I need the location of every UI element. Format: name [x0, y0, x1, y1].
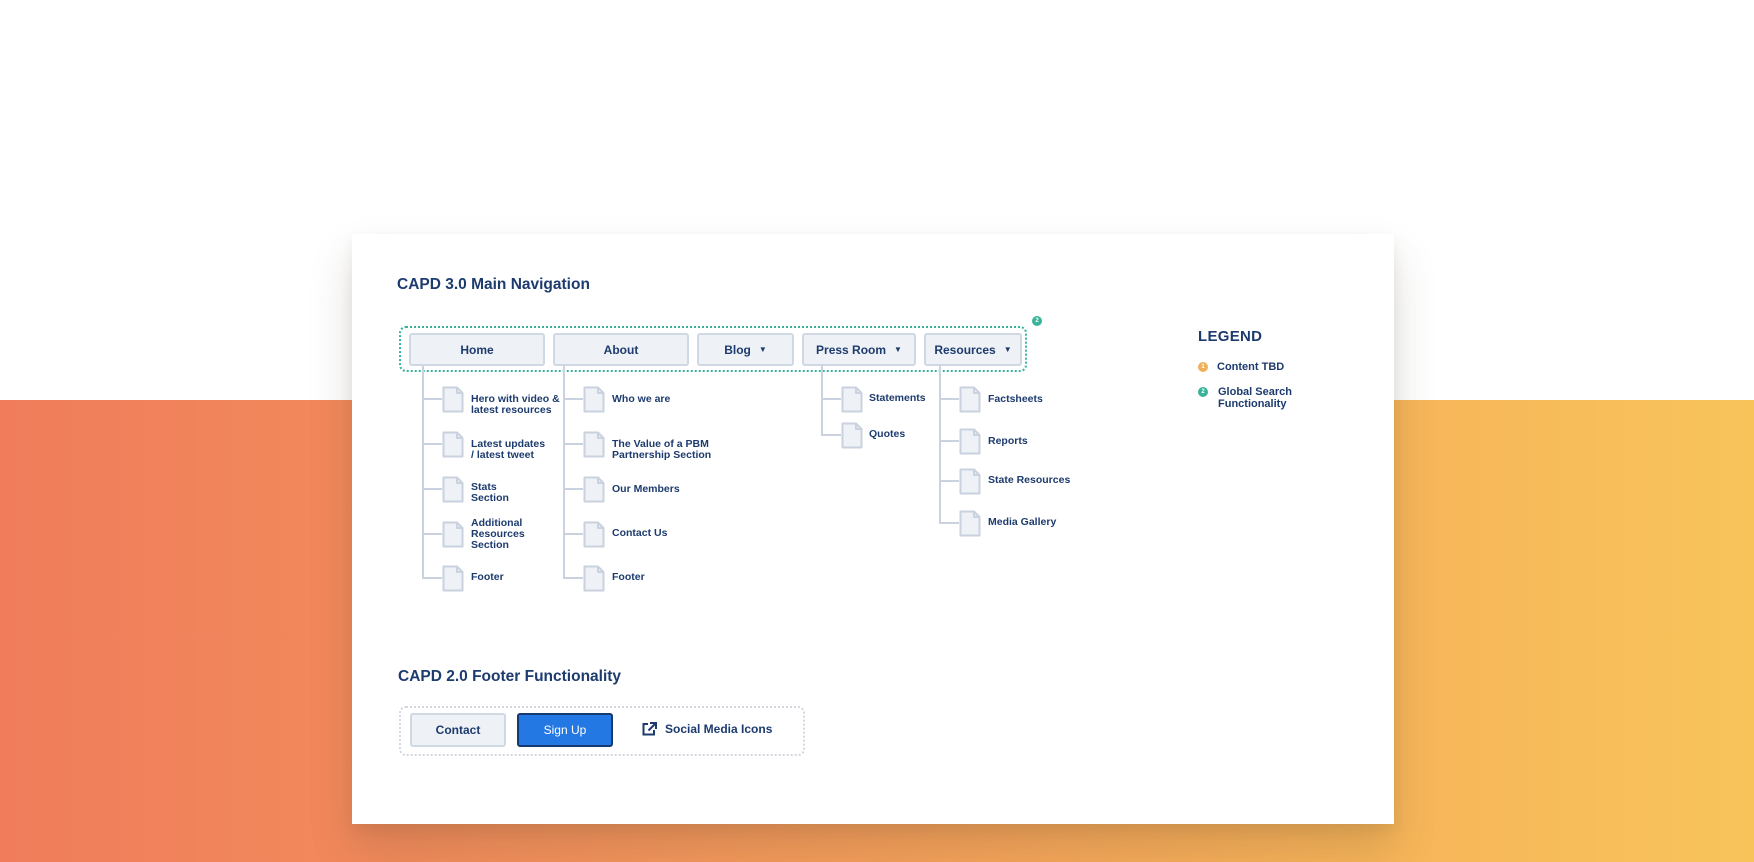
page-icon [442, 431, 464, 458]
sign-up-button[interactable]: Sign Up [517, 713, 613, 747]
page-icon [442, 386, 464, 413]
external-link-icon [642, 722, 657, 736]
page-icon [583, 565, 605, 592]
nav-item-label: Home [460, 342, 494, 357]
page-icon [442, 521, 464, 548]
tree-line-press-room [821, 366, 823, 436]
page-label-footer: Footer [612, 571, 645, 583]
page-icon [442, 565, 464, 592]
tree-branch [563, 577, 583, 579]
nav-item-resources[interactable]: Resources ▼ [924, 333, 1022, 366]
page-label-contact-us: Contact Us [612, 527, 668, 539]
tree-branch [939, 440, 959, 442]
caret-down-icon: ▼ [894, 345, 902, 354]
legend-title: LEGEND [1198, 328, 1263, 345]
page-label-footer: Footer [471, 571, 504, 583]
page-label-media-gallery: Media Gallery [988, 516, 1057, 528]
nav-item-label: About [603, 342, 639, 357]
nav-item-label: Blog [724, 342, 751, 357]
page-icon [583, 476, 605, 503]
page-label-pbm-partnership: The Value of a PBM Partnership Section [612, 438, 712, 461]
nav-item-label: Resources [934, 342, 996, 357]
caret-down-icon: ▼ [1003, 345, 1012, 354]
page-icon [583, 521, 605, 548]
page-icon [959, 510, 981, 537]
page-icon [959, 468, 981, 495]
page-label-state-resources: State Resources [988, 474, 1071, 486]
nav-item-press-room[interactable]: Press Room ▼ [802, 333, 916, 366]
footer-section-title: CAPD 2.0 Footer Functionality [398, 668, 622, 685]
page-label-our-members: Our Members [612, 483, 680, 495]
tree-branch [821, 434, 841, 436]
page-icon [959, 386, 981, 413]
main-nav-title: CAPD 3.0 Main Navigation [397, 276, 590, 293]
sign-up-button-label: Sign Up [543, 723, 587, 737]
legend-label-global-search: Global Search Functionality [1218, 386, 1292, 410]
tree-branch [563, 443, 583, 445]
sitemap-card: CAPD 3.0 Main Navigation 2 Home About Bl… [352, 234, 1394, 824]
tree-branch [422, 577, 442, 579]
social-media-icons-label: Social Media Icons [665, 722, 773, 736]
page-label-additional-resources: Additional Resources Section [471, 517, 525, 551]
social-media-icons-link[interactable]: Social Media Icons [642, 722, 772, 736]
nav-item-label: Press Room [816, 342, 887, 357]
page-label-who-we-are: Who we are [612, 393, 671, 405]
page-icon [841, 422, 863, 449]
page-label-hero: Hero with video & latest resources [471, 393, 560, 416]
page-label-quotes: Quotes [869, 428, 906, 440]
page-label-latest-updates: Latest updates / latest tweet [471, 438, 546, 461]
legend-marker-content-tbd: 1 [1198, 362, 1208, 372]
page-label-reports: Reports [988, 435, 1028, 447]
nav-item-home[interactable]: Home [409, 333, 545, 366]
page-label-factsheets: Factsheets [988, 393, 1043, 405]
tree-branch [939, 480, 959, 482]
nav-item-blog[interactable]: Blog ▼ [697, 333, 794, 366]
tree-branch [422, 488, 442, 490]
tree-branch [563, 533, 583, 535]
nav-item-about[interactable]: About [553, 333, 689, 366]
legend-marker-global-search: 2 [1198, 387, 1208, 397]
tree-branch [939, 522, 959, 524]
page-icon [583, 431, 605, 458]
tree-branch [563, 488, 583, 490]
page-icon [583, 386, 605, 413]
tree-branch [939, 398, 959, 400]
tree-branch [422, 398, 442, 400]
page-icon [442, 476, 464, 503]
global-search-marker: 2 [1032, 316, 1042, 326]
page-label-stats: Stats Section [471, 481, 509, 504]
tree-branch [563, 398, 583, 400]
tree-branch [821, 398, 841, 400]
caret-down-icon: ▼ [758, 345, 767, 354]
page-icon [841, 386, 863, 413]
tree-branch [422, 443, 442, 445]
tree-line-resources [939, 366, 941, 524]
contact-button-label: Contact [435, 723, 481, 737]
legend-label-content-tbd: Content TBD [1217, 361, 1285, 373]
page-label-statements: Statements [869, 392, 926, 404]
contact-button[interactable]: Contact [410, 713, 506, 747]
page-icon [959, 428, 981, 455]
tree-branch [422, 533, 442, 535]
